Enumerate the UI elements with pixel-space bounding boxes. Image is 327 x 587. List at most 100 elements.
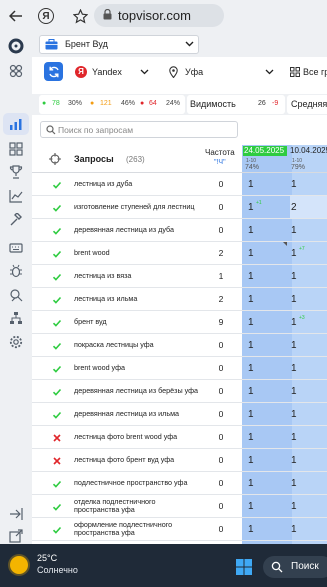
bug-icon[interactable] xyxy=(6,261,26,281)
table-row[interactable]: лестница из ильма 2 1 1 xyxy=(32,288,327,311)
checkmark-icon[interactable] xyxy=(52,364,62,374)
query-keyword[interactable]: брент вуд xyxy=(74,311,200,333)
table-row[interactable]: отделка подлестничного пространства уфа 0… xyxy=(32,495,327,518)
topvisor-logo-icon[interactable] xyxy=(6,36,26,56)
checkmark-icon[interactable] xyxy=(52,272,62,282)
query-search-box[interactable] xyxy=(40,121,238,138)
position-previous[interactable]: 1 xyxy=(291,386,297,397)
position-current[interactable]: 1 xyxy=(248,179,254,190)
position-current[interactable]: 1 xyxy=(248,225,254,236)
average-position-box[interactable]: Средняя xyxy=(287,95,327,114)
position-current[interactable]: 1 xyxy=(248,432,254,443)
table-row[interactable]: оформление подлестничного пространства у… xyxy=(32,518,327,541)
checkmark-icon[interactable] xyxy=(52,410,62,420)
external-link-icon[interactable] xyxy=(6,526,26,546)
analysis-icon[interactable] xyxy=(6,285,26,305)
taskbar-search[interactable]: Поиск xyxy=(263,556,327,578)
position-current[interactable]: 1 xyxy=(248,501,254,512)
position-current[interactable]: 1 xyxy=(248,294,254,305)
table-row[interactable]: деревянная лестница из дуба 0 1 1 xyxy=(32,219,327,242)
checkmark-icon[interactable] xyxy=(52,387,62,397)
position-current[interactable]: 1 xyxy=(248,340,254,351)
position-previous[interactable]: 1 xyxy=(291,294,297,305)
back-arrow-icon[interactable] xyxy=(6,6,26,26)
position-previous[interactable]: 1 xyxy=(291,179,297,190)
query-keyword[interactable]: изготовление ступеней для лестниц xyxy=(74,196,200,218)
sitemap-icon[interactable] xyxy=(6,308,26,328)
table-row[interactable]: лестница фото brent wood уфа 0 1 1 xyxy=(32,426,327,449)
projects-icon[interactable] xyxy=(6,61,26,81)
sun-weather-icon[interactable] xyxy=(10,556,28,574)
position-previous[interactable]: 1 xyxy=(291,478,297,489)
checkmark-icon[interactable] xyxy=(52,479,62,489)
position-previous[interactable]: 1 xyxy=(291,432,297,443)
trend-chart-icon[interactable] xyxy=(6,186,26,206)
date-header-previous[interactable]: 10.04.2025 xyxy=(290,146,327,155)
visibility-box[interactable]: Видимость 26 -9 xyxy=(187,95,285,114)
settings-gear-icon[interactable] xyxy=(6,332,26,352)
keyboard-icon[interactable] xyxy=(6,238,26,258)
query-keyword[interactable]: лестница из вяза xyxy=(74,265,200,287)
project-select[interactable]: Брент Вуд xyxy=(39,35,199,54)
table-row[interactable]: brent wood 2 1 1 +7 xyxy=(32,242,327,265)
cross-icon[interactable] xyxy=(52,433,62,443)
query-keyword[interactable]: деревянная лестница из ильма xyxy=(74,403,200,425)
table-row[interactable]: brent wood уфа 0 1 1 xyxy=(32,357,327,380)
position-previous[interactable]: 1 xyxy=(291,248,297,259)
position-current[interactable]: 1 xyxy=(248,386,254,397)
address-bar[interactable]: topvisor.com xyxy=(94,4,224,27)
table-row[interactable]: брент вуд 9 1 1 +3 xyxy=(32,311,327,334)
table-row[interactable]: лестница фото брент вуд уфа 0 1 1 xyxy=(32,449,327,472)
position-previous[interactable]: 1 xyxy=(291,409,297,420)
positions-chart-icon[interactable] xyxy=(6,114,26,134)
windows-start-icon[interactable] xyxy=(236,559,252,575)
yandex-browser-icon[interactable]: Я xyxy=(38,8,54,24)
query-keyword[interactable]: покраска лестницы уфа xyxy=(74,334,200,356)
checkmark-icon[interactable] xyxy=(52,226,62,236)
table-row[interactable]: лестница из вяза 1 1 1 xyxy=(32,265,327,288)
checkmark-icon[interactable] xyxy=(52,180,62,190)
table-row[interactable]: деревянная лестница из берёзы уфа 0 1 1 xyxy=(32,380,327,403)
table-row[interactable]: покраска лестницы уфа 0 1 1 xyxy=(32,334,327,357)
table-row[interactable]: деревянная лестница из ильма 0 1 1 xyxy=(32,403,327,426)
checkmark-icon[interactable] xyxy=(52,341,62,351)
position-previous[interactable]: 2 xyxy=(291,202,297,213)
query-keyword[interactable]: лестница фото брент вуд уфа xyxy=(74,449,200,471)
position-previous[interactable]: 1 xyxy=(291,225,297,236)
tools-hammer-icon[interactable] xyxy=(6,210,26,230)
position-current[interactable]: 1 xyxy=(248,478,254,489)
logout-arrow-icon[interactable] xyxy=(6,504,26,524)
position-current[interactable]: 1 xyxy=(248,455,254,466)
position-current[interactable]: 1 xyxy=(248,248,254,259)
position-previous[interactable]: 1 xyxy=(291,340,297,351)
position-current[interactable]: 1 xyxy=(248,524,254,535)
bookmark-star-icon[interactable] xyxy=(70,6,90,26)
position-previous[interactable]: 1 xyxy=(291,524,297,535)
checkmark-icon[interactable] xyxy=(52,295,62,305)
query-keyword[interactable]: отделка подлестничного пространства уфа xyxy=(74,495,200,517)
search-engine-select[interactable]: Я Yandex xyxy=(69,60,151,83)
cross-icon[interactable] xyxy=(52,456,62,466)
position-current[interactable]: 1 xyxy=(248,363,254,374)
top-distribution[interactable]: ● 78 30% ● 121 46% ● 64 24% xyxy=(39,95,185,114)
table-row[interactable]: лестница из дуба 0 1 1 xyxy=(32,173,327,196)
position-current[interactable]: 1 xyxy=(248,202,254,213)
checkmark-icon[interactable] xyxy=(52,525,62,535)
query-keyword[interactable]: лестница фото brent wood уфа xyxy=(74,426,200,448)
region-select[interactable]: Уфа xyxy=(164,60,279,83)
trophy-icon[interactable] xyxy=(6,162,26,182)
position-previous[interactable]: 1 xyxy=(291,271,297,282)
date-header-current[interactable]: 24.05.2025 xyxy=(243,146,287,156)
grid-icon[interactable] xyxy=(6,139,26,159)
frequency-type[interactable]: "!Ч" xyxy=(214,159,226,166)
refresh-button[interactable] xyxy=(44,62,63,81)
table-row[interactable]: изготовление ступеней для лестниц 0 1 +1 2 xyxy=(32,196,327,219)
position-previous[interactable]: 1 xyxy=(291,363,297,374)
query-keyword[interactable]: деревянная лестница из дуба xyxy=(74,219,200,241)
queries-header[interactable]: Запросы xyxy=(74,154,114,164)
position-previous[interactable]: 1 xyxy=(291,317,297,328)
query-keyword[interactable]: оформление подлестничного пространства у… xyxy=(74,518,200,540)
target-crosshair-icon[interactable] xyxy=(49,153,61,165)
frequency-header[interactable]: Частота xyxy=(205,148,235,157)
checkmark-icon[interactable] xyxy=(52,249,62,259)
